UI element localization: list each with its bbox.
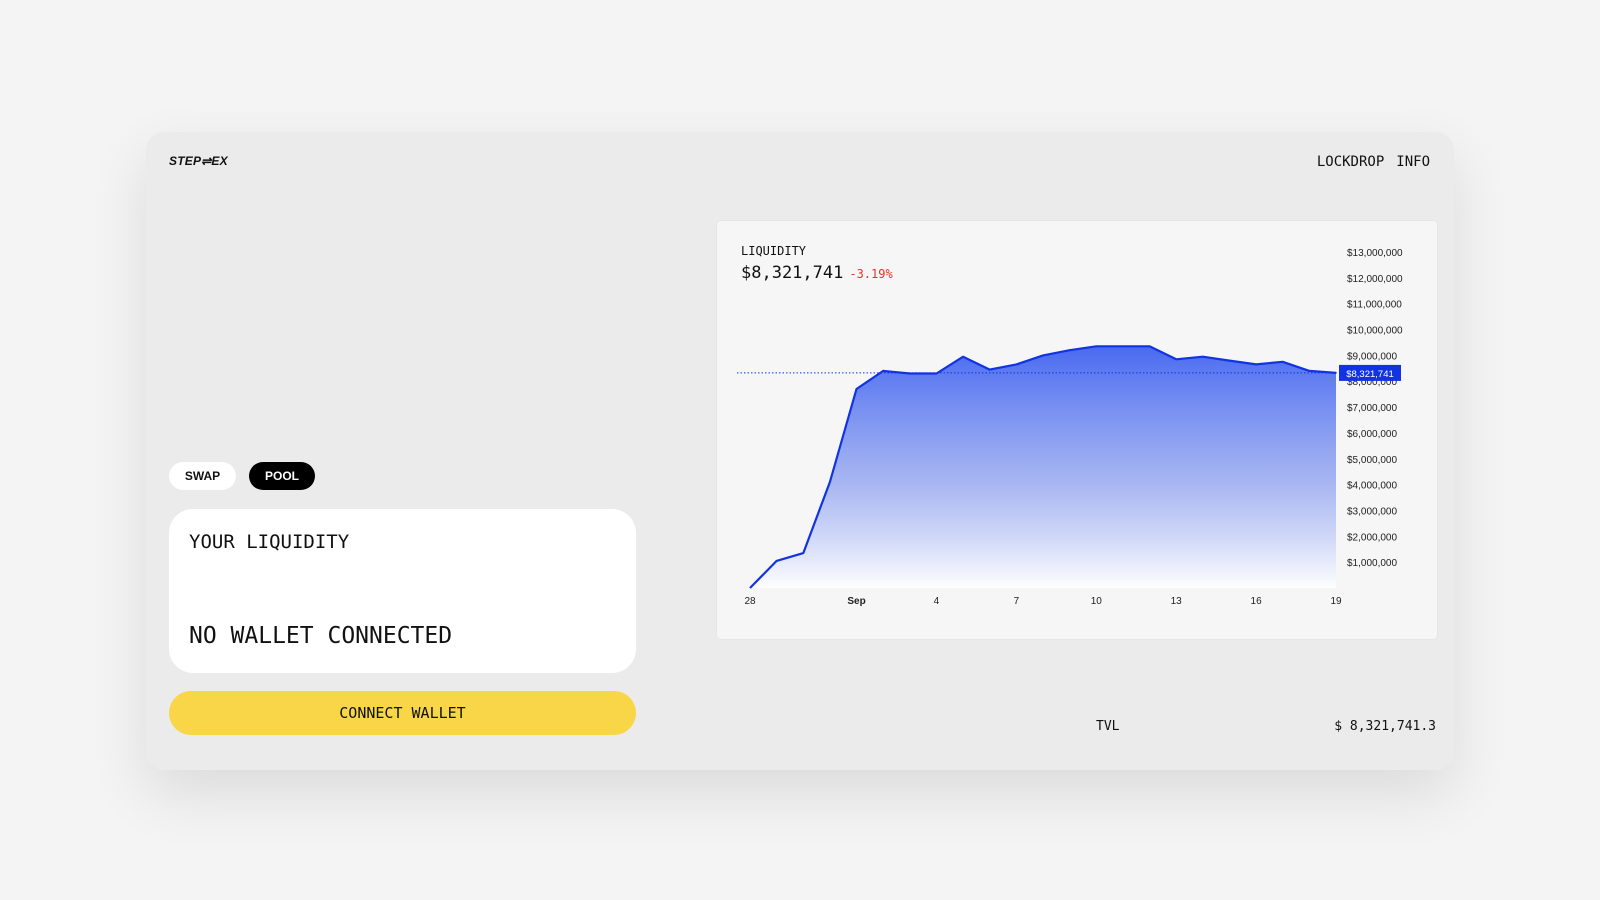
- x-tick-label: Sep: [847, 596, 865, 607]
- liquidity-chart: $1,000,000 $2,000,000 $3,000,000 $4,000,000…: [737, 248, 1403, 607]
- y-tick-label: $2,000,000: [1347, 532, 1397, 543]
- x-tick-label: 7: [1014, 596, 1020, 607]
- liquidity-card: YOUR LIQUIDITY NO WALLET CONNECTED: [169, 509, 636, 673]
- x-tick-label: 4: [934, 596, 940, 607]
- liquidity-area: [750, 346, 1336, 588]
- y-tick-label: $12,000,000: [1347, 274, 1403, 285]
- y-tick-label: $6,000,000: [1347, 429, 1397, 440]
- connect-wallet-button[interactable]: CONNECT WALLET: [169, 691, 636, 735]
- nav-lockdrop[interactable]: LOCKDROP: [1317, 154, 1384, 170]
- y-tick-label: $9,000,000: [1347, 351, 1397, 362]
- y-tick-label: $5,000,000: [1347, 455, 1397, 466]
- tab-swap[interactable]: SWAP: [169, 462, 236, 490]
- chart-value-row: $8,321,741 -3.19%: [741, 263, 893, 283]
- wallet-status: NO WALLET CONNECTED: [189, 623, 453, 649]
- tvl-value: $ 8,321,741.3: [1334, 719, 1436, 734]
- x-tick-label: 28: [744, 596, 756, 607]
- liquidity-title: YOUR LIQUIDITY: [189, 531, 350, 553]
- tvl-label: TVL: [1096, 719, 1120, 734]
- x-tick-label: 19: [1330, 596, 1342, 607]
- y-tick-label: $13,000,000: [1347, 248, 1403, 259]
- top-nav: LOCKDROP INFO: [1317, 154, 1430, 170]
- chart-value: $8,321,741: [741, 263, 844, 283]
- current-value-tag-label: $8,321,741: [1346, 369, 1394, 380]
- x-tick-label: 10: [1091, 596, 1103, 607]
- tab-pool[interactable]: POOL: [249, 462, 315, 490]
- logo[interactable]: STEP⇌EX: [169, 154, 228, 168]
- x-tick-label: 13: [1171, 596, 1183, 607]
- x-tick-label: 16: [1251, 596, 1263, 607]
- chart-label: LIQUIDITY: [741, 244, 807, 258]
- y-tick-label: $3,000,000: [1347, 506, 1397, 517]
- chart-change: -3.19%: [849, 267, 893, 281]
- app-window: STEP⇌EX LOCKDROP INFO SWAP POOL YOUR LIQ…: [146, 132, 1454, 770]
- y-tick-label: $10,000,000: [1347, 326, 1403, 337]
- y-tick-label: $11,000,000: [1347, 300, 1402, 311]
- nav-info[interactable]: INFO: [1396, 154, 1430, 170]
- liquidity-chart-card: $1,000,000 $2,000,000 $3,000,000 $4,000,000…: [717, 221, 1437, 639]
- mode-tabs: SWAP POOL: [169, 462, 315, 490]
- y-tick-label: $1,000,000: [1347, 558, 1397, 569]
- y-tick-label: $4,000,000: [1347, 481, 1397, 492]
- y-tick-label: $7,000,000: [1347, 403, 1397, 414]
